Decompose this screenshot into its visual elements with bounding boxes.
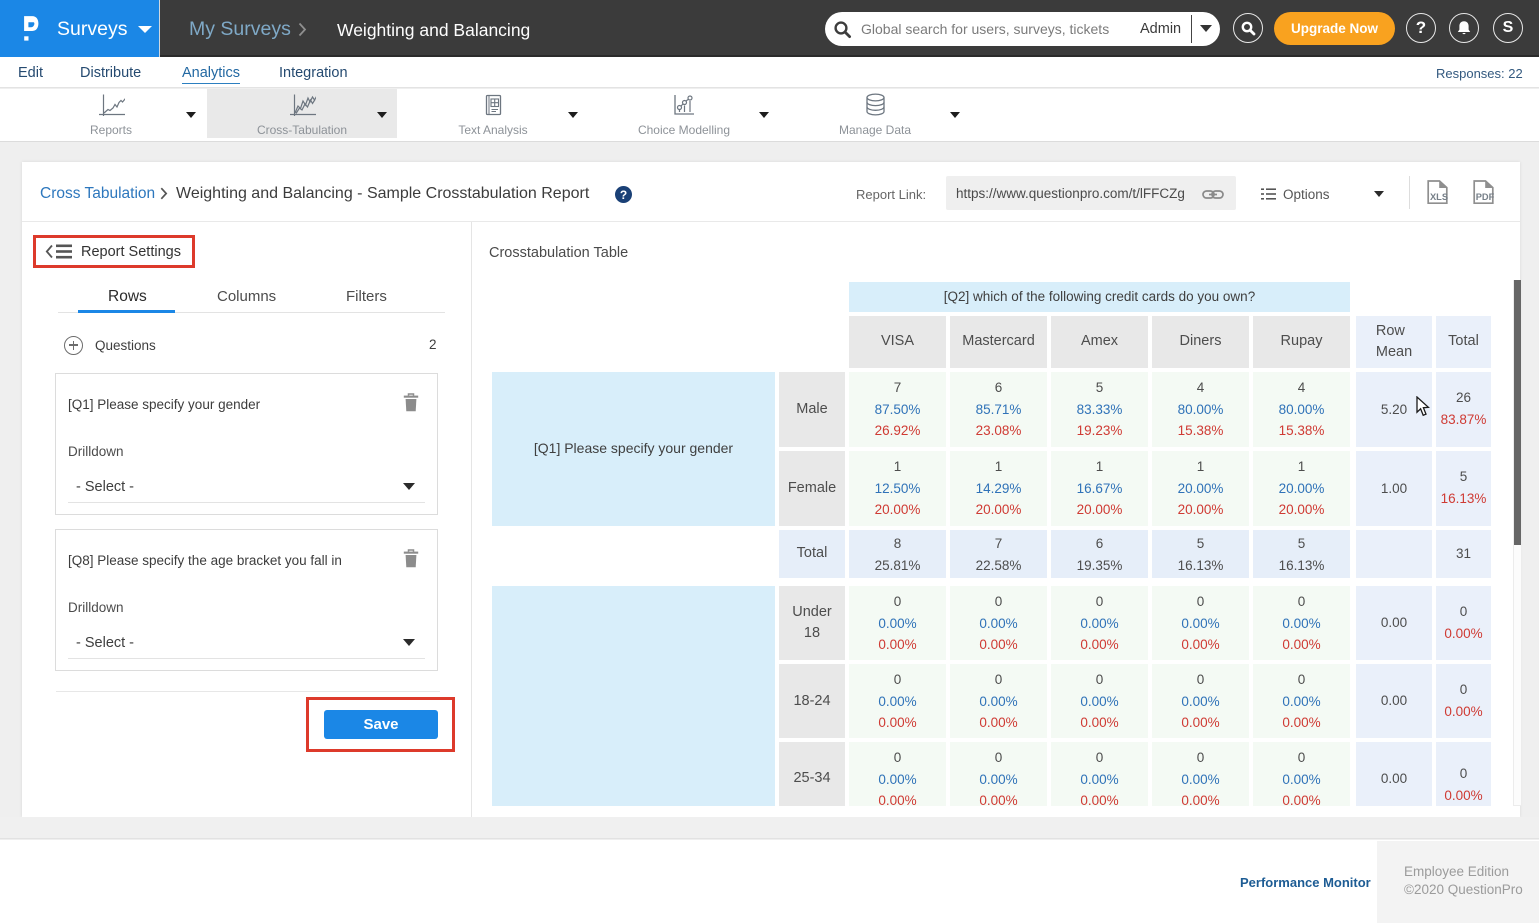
- svg-text:XLS: XLS: [1430, 192, 1448, 202]
- svg-text:PDF: PDF: [1476, 192, 1495, 202]
